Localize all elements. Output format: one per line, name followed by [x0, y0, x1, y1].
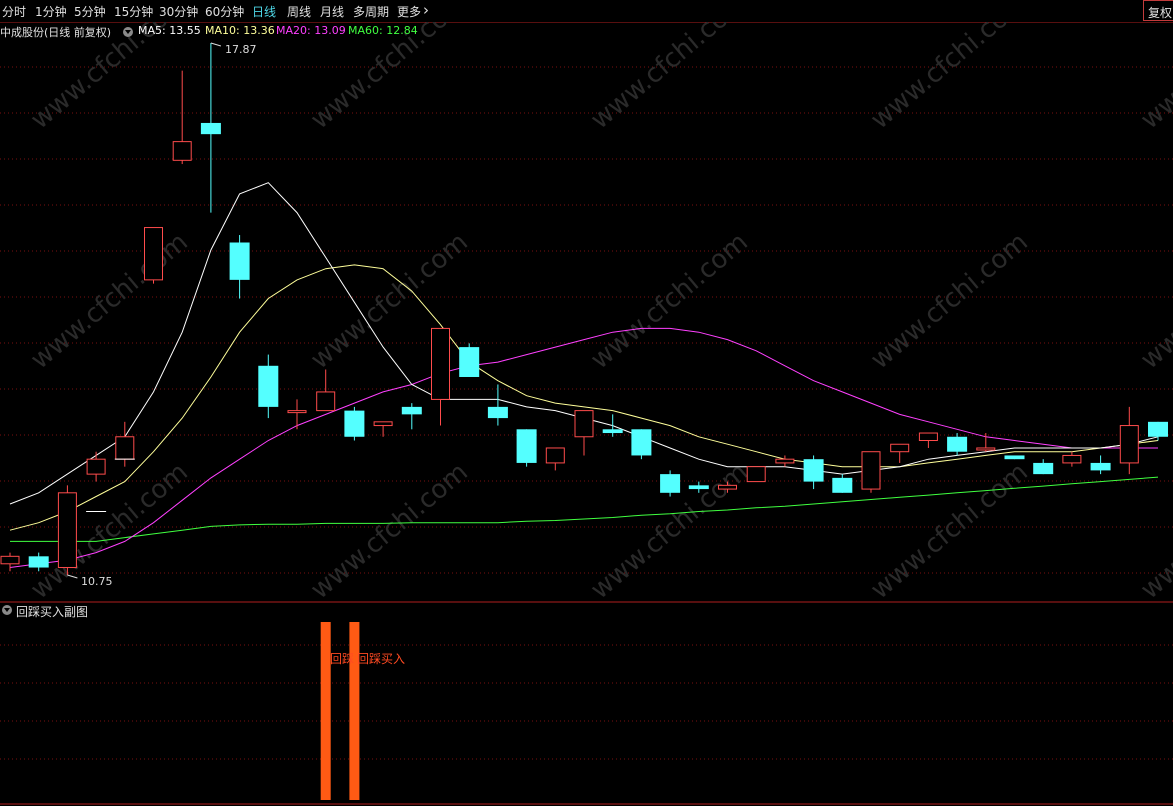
candle-body-down [1033, 462, 1054, 475]
candle-body-up [918, 432, 938, 442]
tab-5[interactable]: 60分钟 [205, 3, 244, 20]
tab-0[interactable]: 分时 [2, 3, 26, 20]
ma20-value: MA20: 13.09 [276, 24, 346, 37]
high-pointer [210, 42, 222, 47]
tab-3[interactable]: 15分钟 [114, 3, 153, 20]
candle-body-up [287, 410, 307, 414]
candle-body-down [200, 122, 221, 135]
candle-body-down [1148, 421, 1168, 437]
candle-body-down [1090, 462, 1111, 471]
kline-chart[interactable]: www.cfchi.com www.cfchi.com www.cfchi.com w… [0, 0, 1173, 806]
chevron-down-icon[interactable] [123, 27, 133, 37]
tab-4[interactable]: 30分钟 [159, 3, 198, 20]
watermark-text: www.cfchi.com [585, 227, 754, 375]
candle-body-down [258, 365, 279, 407]
tab-10[interactable]: 更多 [397, 3, 421, 20]
candle-body-down [688, 485, 709, 490]
chevron-down-icon[interactable] [2, 605, 12, 615]
adjust-button[interactable]: 复权 [1143, 0, 1173, 21]
candle-body-down [344, 410, 365, 437]
watermark-text: www.cfchi.com [1135, 227, 1173, 375]
stock-label: 中成股份(日线 前复权) [0, 26, 112, 39]
period-toolbar: 分时 1分钟 5分钟 15分钟 30分钟 60分钟 日线 周线 月线 多周期 更多 › [0, 0, 1173, 22]
candle-body-up [718, 484, 737, 490]
chevron-right-icon[interactable]: › [423, 1, 429, 19]
candle-body-down [28, 556, 49, 568]
high-price-note: 17.87 [225, 43, 257, 56]
candle-body-down [631, 429, 652, 456]
watermark-text: www.cfchi.com [305, 457, 474, 605]
watermark-text: www.cfchi.com [865, 227, 1034, 375]
candle-body-up [574, 410, 594, 438]
candle-body-up [746, 466, 766, 483]
watermark-text: www.cfchi.com [25, 227, 194, 375]
candle-body-down [602, 429, 623, 434]
candle-body-up [861, 451, 881, 490]
candle-body-up [172, 141, 192, 161]
ma60-value: MA60: 12.84 [348, 24, 418, 37]
candle-body-down [803, 459, 824, 482]
candle-body-up [57, 492, 77, 569]
candle-body-down [459, 347, 480, 377]
signal-label-1: 回踩 [330, 652, 355, 666]
ma5-value: MA5: 13.55 [138, 24, 201, 37]
signal-label-2: 回踩买入 [357, 652, 406, 666]
candle-body-down [1004, 455, 1025, 460]
candle-body-up [0, 555, 20, 565]
signal-bar [320, 622, 331, 800]
candle-body-down [660, 474, 681, 493]
candle-body-down [516, 429, 537, 463]
candle-body-up [775, 458, 795, 464]
watermark-text: www.cfchi.com [865, 457, 1034, 605]
candle-body-up [431, 327, 450, 400]
candle-body-up [115, 436, 135, 460]
candle-body-down [229, 242, 250, 280]
candle-body-up [144, 227, 163, 281]
sub-panel-title: 回踩买入副图 [16, 605, 89, 619]
tab-8[interactable]: 月线 [320, 3, 344, 20]
candle-body-up [373, 421, 393, 427]
candle-body-down [487, 406, 508, 419]
candle-body-up [545, 447, 565, 464]
tab-2[interactable]: 5分钟 [74, 3, 106, 20]
tab-7[interactable]: 周线 [287, 3, 311, 20]
ma10-value: MA10: 13.36 [205, 24, 275, 37]
signal-bar [349, 622, 360, 800]
candle-body-up [86, 458, 106, 475]
candle-body-down [832, 477, 853, 493]
watermark-text: www.cfchi.com [1135, 457, 1173, 605]
candle-body-up [1062, 454, 1082, 464]
candle-body-up [1119, 425, 1139, 464]
candle-body-down [401, 406, 422, 415]
candle-body-up [976, 447, 996, 451]
tab-9[interactable]: 多周期 [353, 3, 389, 20]
candle-body-up [890, 443, 910, 453]
candle-body-up [316, 391, 336, 412]
low-price-note: 10.75 [81, 575, 113, 588]
tab-1[interactable]: 1分钟 [35, 3, 67, 20]
candle-body-down [947, 436, 968, 452]
tab-6[interactable]: 日线 [252, 3, 276, 20]
